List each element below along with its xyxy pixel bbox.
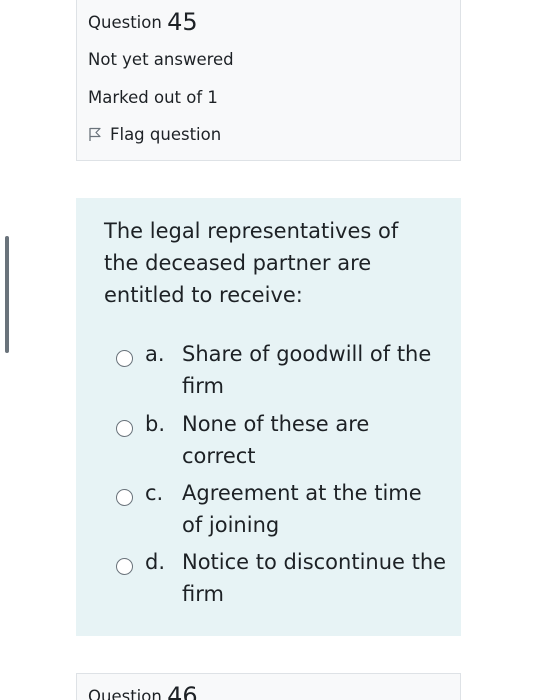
question-label: Question xyxy=(88,13,162,32)
scroll-indicator[interactable] xyxy=(5,236,9,353)
answer-text: Notice to discontinue the firm xyxy=(182,550,447,606)
next-question-label: Question xyxy=(88,687,162,700)
flag-outline-icon xyxy=(89,127,101,141)
quiz-page: Question 45 Not yet answered Marked out … xyxy=(0,0,538,700)
radio-unchecked-icon[interactable] xyxy=(116,558,133,575)
answer-letter: c. xyxy=(145,481,164,505)
next-question-number-value: 46 xyxy=(167,682,198,700)
radio-unchecked-icon[interactable] xyxy=(116,489,133,506)
next-question-info: Question 46 xyxy=(76,673,461,700)
answer-letter: d. xyxy=(145,550,166,574)
answer-letter: a. xyxy=(145,342,165,366)
question-state: Not yet answered xyxy=(88,50,234,69)
question-number-value: 45 xyxy=(167,8,198,36)
radio-unchecked-icon[interactable] xyxy=(116,350,133,367)
question-grade: Marked out of 1 xyxy=(88,88,218,107)
flag-question-link[interactable]: Flag question xyxy=(88,125,221,144)
question-formulation: The legal representatives of the decease… xyxy=(76,198,461,636)
flag-question-label: Flag question xyxy=(110,125,222,144)
question-number: Question 45 xyxy=(88,8,198,36)
radio-unchecked-icon[interactable] xyxy=(116,420,133,437)
answer-letter: b. xyxy=(145,412,166,436)
answer-text: Agreement at the time of joining xyxy=(182,481,422,537)
answer-text: Share of goodwill of the firm xyxy=(182,342,432,398)
next-question-number: Question 46 xyxy=(88,682,198,700)
question-info: Question 45 Not yet answered Marked out … xyxy=(76,0,461,161)
answer-text: None of these are correct xyxy=(182,412,370,468)
question-text: The legal representatives of the decease… xyxy=(104,219,399,307)
